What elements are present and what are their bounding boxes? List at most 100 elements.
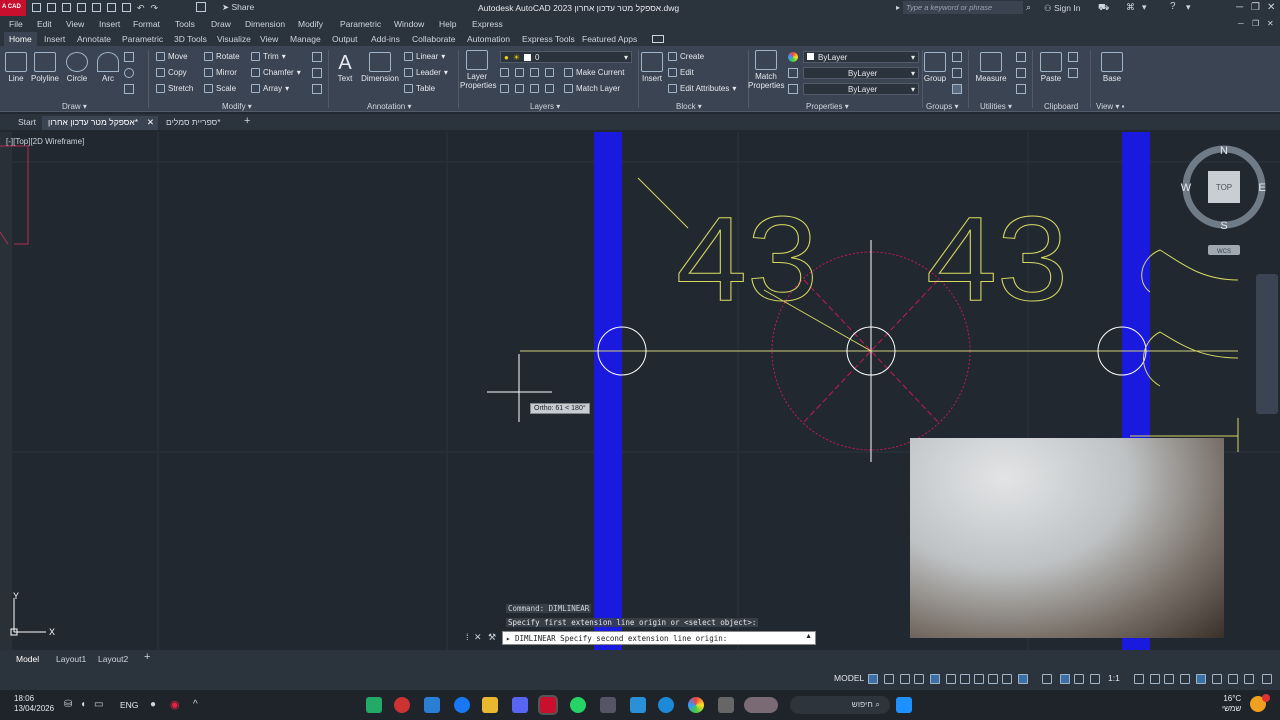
base-view-button[interactable]: Base [1098, 52, 1126, 83]
mirror-button[interactable]: Mirror [204, 68, 237, 77]
help-icon[interactable]: ? [1170, 1, 1176, 12]
polyline-button[interactable]: Polyline [30, 52, 60, 83]
layer-off-icon[interactable] [500, 68, 509, 77]
open-icon[interactable] [47, 3, 56, 12]
linear-button[interactable]: Linear ▾ [404, 52, 445, 61]
autocad-taskbar-icon[interactable] [540, 697, 556, 713]
weather-widget[interactable]: 16°C שמשי [1222, 694, 1241, 714]
make-current-button[interactable]: Make Current [564, 68, 624, 77]
panel-clipboard-label[interactable]: Clipboard [1044, 102, 1078, 111]
stretch-button[interactable]: Stretch [156, 84, 193, 93]
arc-button[interactable]: Arc [96, 52, 120, 83]
language-indicator[interactable]: ENG [120, 700, 138, 710]
panel-layers-label[interactable]: Layers ▾ [530, 102, 560, 111]
command-handle-icon[interactable]: ⁞ [466, 632, 469, 642]
tab-3d-tools[interactable]: 3D Tools [174, 34, 207, 44]
tab-collaborate[interactable]: Collaborate [412, 34, 455, 44]
layer-dropdown[interactable]: ● ☀ 0 ▾ [500, 51, 632, 63]
copy-button[interactable]: Copy [156, 68, 187, 77]
command-close-icon[interactable]: ✕ [474, 632, 482, 643]
network-icon[interactable]: ⛁ [64, 699, 72, 710]
menu-format[interactable]: Format [133, 19, 160, 29]
panel-utilities-label[interactable]: Utilities ▾ [980, 102, 1012, 111]
tab-featured-apps[interactable]: Featured Apps [582, 34, 637, 44]
tab-annotate[interactable]: Annotate [77, 34, 111, 44]
exchange-icon[interactable]: ⌘ [1126, 2, 1135, 13]
ungroup-icon[interactable] [952, 52, 962, 62]
lineweight-dropdown[interactable]: ByLayer ▾ [803, 67, 919, 79]
share-button[interactable]: ➤ Share [222, 2, 254, 13]
new-icon[interactable] [32, 3, 41, 12]
isolate-objects-icon[interactable] [1228, 674, 1238, 684]
calculator-app-icon[interactable] [600, 697, 616, 713]
discord-icon[interactable] [512, 697, 528, 713]
circle-button[interactable]: Circle [64, 52, 90, 83]
whatsapp-icon[interactable] [570, 697, 586, 713]
viewport-controls[interactable]: [-][Top][2D Wireframe] [6, 137, 84, 146]
taskbar-search[interactable]: חיפוש ⌕ [790, 696, 890, 714]
id-point-icon[interactable] [1016, 84, 1026, 94]
cut-icon[interactable] [1068, 52, 1078, 62]
tab-layout2[interactable]: Layout2 [98, 654, 128, 664]
move-button[interactable]: Move [156, 52, 188, 61]
create-block-button[interactable]: Create [668, 52, 704, 61]
command-customize-icon[interactable]: ⚒ [488, 632, 496, 643]
facebook-icon[interactable] [454, 697, 470, 713]
group-edit-icon[interactable] [952, 68, 962, 78]
trim-button[interactable]: Trim ▾ [251, 52, 286, 61]
rectangle-icon[interactable] [124, 52, 134, 62]
panel-properties-label[interactable]: Properties ▾ [806, 102, 849, 111]
offset-icon[interactable] [312, 84, 322, 94]
line-button[interactable]: Line [4, 52, 28, 83]
osnap-icon[interactable] [988, 674, 998, 684]
annotation-scale-icon[interactable] [1090, 674, 1100, 684]
rotate-button[interactable]: Rotate [204, 52, 240, 61]
show-hidden-icon[interactable]: ^ [193, 699, 198, 710]
tab-manage[interactable]: Manage [290, 34, 321, 44]
doc-tab-active[interactable]: אספקל מטר עדכון אחרון* ✕ [42, 116, 158, 130]
workspace-switch-icon[interactable] [1150, 674, 1160, 684]
region-icon[interactable] [124, 84, 134, 94]
leader-button[interactable]: Leader ▾ [404, 68, 448, 77]
panel-draw-label[interactable]: Draw ▾ [62, 102, 87, 111]
add-layout-icon[interactable]: + [144, 651, 150, 663]
annotation-autoscale-icon[interactable] [1074, 674, 1084, 684]
open-web-icon[interactable] [92, 3, 101, 12]
cart-icon[interactable]: ⛟ [1098, 2, 1109, 14]
command-input[interactable]: ▸ DIMLINEAR Specify second extension lin… [502, 631, 816, 645]
layer-unisolate-icon[interactable] [515, 84, 524, 93]
workspace-icon[interactable] [196, 2, 206, 12]
panel-modify-label[interactable]: Modify ▾ [222, 102, 252, 111]
undo-icon[interactable]: ↶ [137, 3, 145, 14]
doc-minimize-icon[interactable]: ─ [1238, 19, 1244, 28]
color-wheel-icon[interactable] [788, 52, 798, 62]
file-explorer-icon[interactable] [482, 697, 498, 713]
steam-icon[interactable] [366, 697, 382, 713]
calculator-icon[interactable] [1016, 68, 1026, 78]
array-button[interactable]: Array ▾ [251, 84, 289, 93]
annotation-scale[interactable]: 1:1 [1108, 673, 1120, 683]
color-dropdown[interactable]: ByLayer ▾ [803, 51, 919, 63]
erase-icon[interactable] [312, 52, 322, 62]
photos-icon[interactable] [630, 697, 646, 713]
quick-properties-icon[interactable] [1196, 674, 1206, 684]
chrome-icon[interactable] [688, 697, 704, 713]
paste-button[interactable]: Paste [1038, 52, 1064, 83]
snap-menu-icon[interactable] [900, 674, 910, 684]
panel-view-label[interactable]: View ▾ ▪ [1096, 102, 1125, 111]
sign-in-button[interactable]: ⚇ Sign In [1044, 3, 1080, 14]
match-properties-button[interactable]: Match Properties [748, 50, 784, 90]
dimension-text-2[interactable]: 43 [926, 192, 1069, 327]
doc-tab-second[interactable]: ספריית סמלים* [160, 116, 227, 130]
task-view-icon[interactable] [718, 697, 734, 713]
customization-icon[interactable] [1262, 674, 1272, 684]
clean-screen-icon[interactable] [1244, 674, 1254, 684]
viewcube-west[interactable]: W [1181, 182, 1192, 194]
tab-view[interactable]: View [260, 34, 278, 44]
panel-groups-label[interactable]: Groups ▾ [926, 102, 958, 111]
viewcube-top[interactable]: TOP [1216, 183, 1232, 192]
gear-icon[interactable] [1134, 674, 1144, 684]
text-button[interactable]: A Text [334, 52, 356, 83]
chamfer-button[interactable]: Chamfer ▾ [251, 68, 301, 77]
tab-layout1[interactable]: Layout1 [56, 654, 86, 664]
